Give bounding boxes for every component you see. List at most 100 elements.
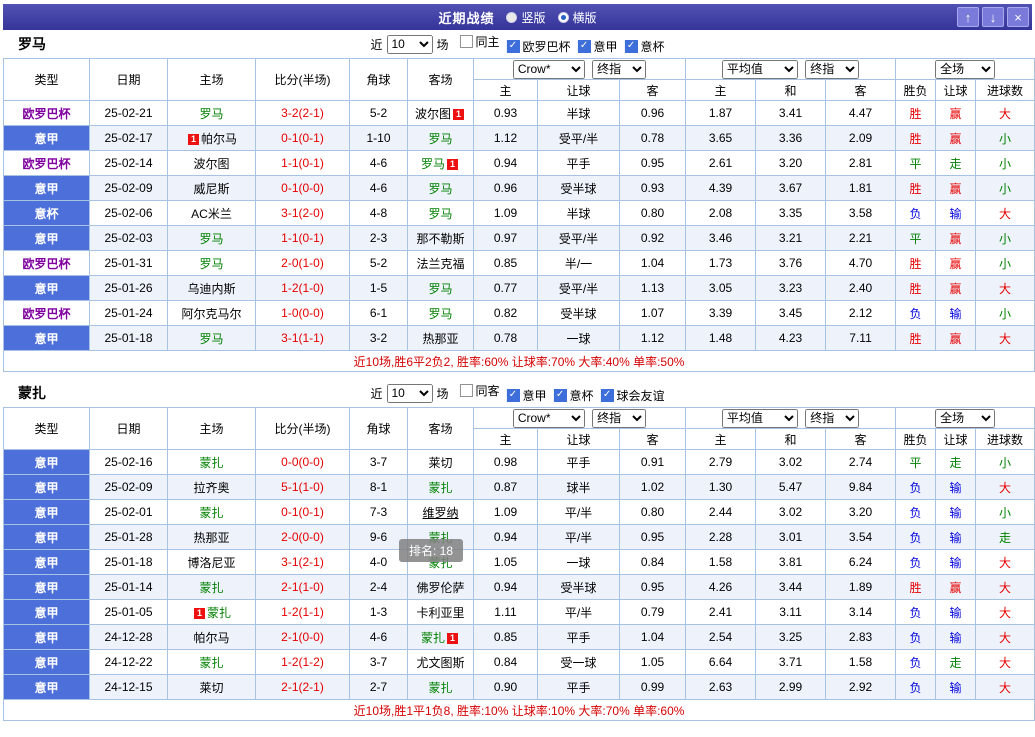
average-time-select[interactable]: 终指 [805, 408, 860, 428]
average-odds-select[interactable]: 平均值 [721, 408, 798, 428]
team-link[interactable]: 卡利亚里 [416, 606, 464, 620]
team-link[interactable]: 莱切 [199, 681, 223, 695]
team-link[interactable]: 罗马 [199, 232, 223, 246]
match-count-select[interactable]: 10 [386, 34, 433, 54]
corner-cell: 2-7 [349, 674, 408, 700]
odds-cell: 1.12 [473, 125, 538, 151]
average-time-select[interactable]: 终指 [805, 59, 860, 79]
goals-result-cell: 大 [975, 674, 1035, 700]
filter-checkbox[interactable]: ✓ 意杯 [624, 38, 665, 55]
team-link[interactable]: 罗马 [199, 332, 223, 346]
result-cell: 负 [895, 474, 937, 500]
score-cell: 3-1(1-1) [255, 325, 350, 351]
team-link[interactable]: 罗马 [199, 257, 223, 271]
filter-checkbox[interactable]: 同主 [459, 33, 500, 50]
column-subheader: 胜负 [895, 79, 937, 101]
away-team-cell: 波尔图 1 [407, 100, 474, 126]
radio-vertical-layout[interactable]: 竖版 [506, 9, 546, 26]
handicap-result-cell: 输 [935, 200, 977, 226]
odds-time-select[interactable]: 终指 [592, 59, 647, 79]
odds-cell: 6.24 [825, 549, 897, 575]
scope-select[interactable]: 全场 [935, 408, 996, 428]
team-link[interactable]: 罗马 [428, 307, 452, 321]
team-link[interactable]: 法兰克福 [416, 257, 464, 271]
team-link[interactable]: 罗马 [428, 207, 452, 221]
team-link[interactable]: 罗马 [428, 182, 452, 196]
team-link[interactable]: 帕尔马 [193, 631, 229, 645]
team-link[interactable]: 维罗纳 [422, 506, 458, 520]
team-link[interactable]: 蒙扎 [199, 656, 223, 670]
close-button[interactable]: × [1007, 7, 1029, 27]
team-link[interactable]: 罗马 [428, 132, 452, 146]
average-odds-select[interactable]: 平均值 [721, 59, 798, 79]
team-link[interactable]: 蒙扎 [199, 581, 223, 595]
match-row: 意甲 25-02-17 1 帕尔马 0-1(0-1) 1-10 罗马 1.12 受平/半 0.78… [3, 125, 1035, 151]
team-link[interactable]: 莱切 [428, 456, 452, 470]
date-cell: 25-01-31 [89, 250, 168, 276]
team-link[interactable]: 蒙扎 [207, 606, 231, 620]
away-team-cell: 蒙扎 [407, 674, 474, 700]
team-link[interactable]: AC米兰 [191, 207, 232, 221]
column-subheader: 主 [685, 79, 757, 101]
handicap-result-cell: 赢 [935, 125, 977, 151]
filter-checkbox[interactable]: ✓ 意杯 [553, 387, 594, 404]
odds-cell: 0.93 [618, 175, 687, 201]
team-link[interactable]: 乌迪内斯 [187, 282, 235, 296]
move-up-button[interactable]: ↑ [957, 7, 979, 27]
games-label: 场 [436, 37, 449, 52]
result-cell: 负 [895, 624, 937, 650]
odds-time-select[interactable]: 终指 [592, 408, 647, 428]
team-link[interactable]: 罗马 [199, 107, 223, 121]
odds-cell: 6.64 [685, 649, 757, 675]
filter-checkbox[interactable]: 同客 [459, 382, 500, 399]
odds-company-select[interactable]: Crow* [512, 59, 585, 79]
odds-cell: 3.54 [825, 524, 897, 550]
odds-company-select[interactable]: Crow* [512, 408, 585, 428]
away-team-cell: 卡利亚里 [407, 599, 474, 625]
team-link[interactable]: 热那亚 [193, 531, 229, 545]
team-link[interactable]: 拉齐奥 [193, 481, 229, 495]
team-link[interactable]: 罗马 [428, 282, 452, 296]
team-link[interactable]: 尤文图斯 [416, 656, 464, 670]
odds-cell: 3.21 [755, 225, 827, 251]
filter-checkbox[interactable]: ✓ 欧罗巴杯 [506, 38, 571, 55]
team-link[interactable]: 博洛尼亚 [187, 556, 235, 570]
team-link[interactable]: 阿尔克马尔 [181, 307, 241, 321]
filter-checkbox[interactable]: ✓ 球会友谊 [600, 387, 665, 404]
result-cell: 负 [895, 599, 937, 625]
match-count-select[interactable]: 10 [386, 383, 433, 403]
filter-checkbox[interactable]: ✓ 意甲 [577, 38, 618, 55]
corner-cell: 5-2 [349, 100, 408, 126]
goals-result-cell: 大 [975, 649, 1035, 675]
handicap-result-cell: 赢 [935, 225, 977, 251]
team-link[interactable]: 蒙扎 [199, 456, 223, 470]
team-link[interactable]: 波尔图 [193, 157, 229, 171]
filter-checkbox[interactable]: ✓ 意甲 [506, 387, 547, 404]
result-cell: 胜 [895, 125, 937, 151]
team-link[interactable]: 蒙扎 [428, 681, 452, 695]
scope-select[interactable]: 全场 [935, 59, 996, 79]
team-link[interactable]: 帕尔马 [201, 132, 237, 146]
match-row: 意甲 25-01-26 乌迪内斯 1-2(1-0) 1-5 罗马 0.77 受平/半 1.13 3… [3, 275, 1035, 301]
team-link[interactable]: 蒙扎 [421, 631, 445, 645]
team-link[interactable]: 那不勒斯 [416, 232, 464, 246]
team-link[interactable]: 罗马 [421, 157, 445, 171]
odds-cell: 0.97 [473, 225, 538, 251]
odds-cell: 0.77 [473, 275, 538, 301]
odds-cell: 半球 [537, 100, 620, 126]
goals-result-cell: 小 [975, 300, 1035, 326]
team-link[interactable]: 波尔图 [415, 107, 451, 121]
team-link[interactable]: 蒙扎 [199, 506, 223, 520]
date-cell: 25-02-09 [89, 175, 168, 201]
corner-cell: 1-3 [349, 599, 408, 625]
competition-cell: 意甲 [3, 574, 90, 600]
corner-cell: 6-1 [349, 300, 408, 326]
team-link[interactable]: 威尼斯 [193, 182, 229, 196]
radio-horizontal-layout[interactable]: 横版 [557, 9, 597, 26]
column-subheader: 胜负 [895, 428, 937, 450]
odds-cell: 一球 [537, 325, 620, 351]
team-link[interactable]: 蒙扎 [428, 481, 452, 495]
team-link[interactable]: 佛罗伦萨 [416, 581, 464, 595]
team-link[interactable]: 热那亚 [422, 332, 458, 346]
move-down-button[interactable]: ↓ [982, 7, 1004, 27]
